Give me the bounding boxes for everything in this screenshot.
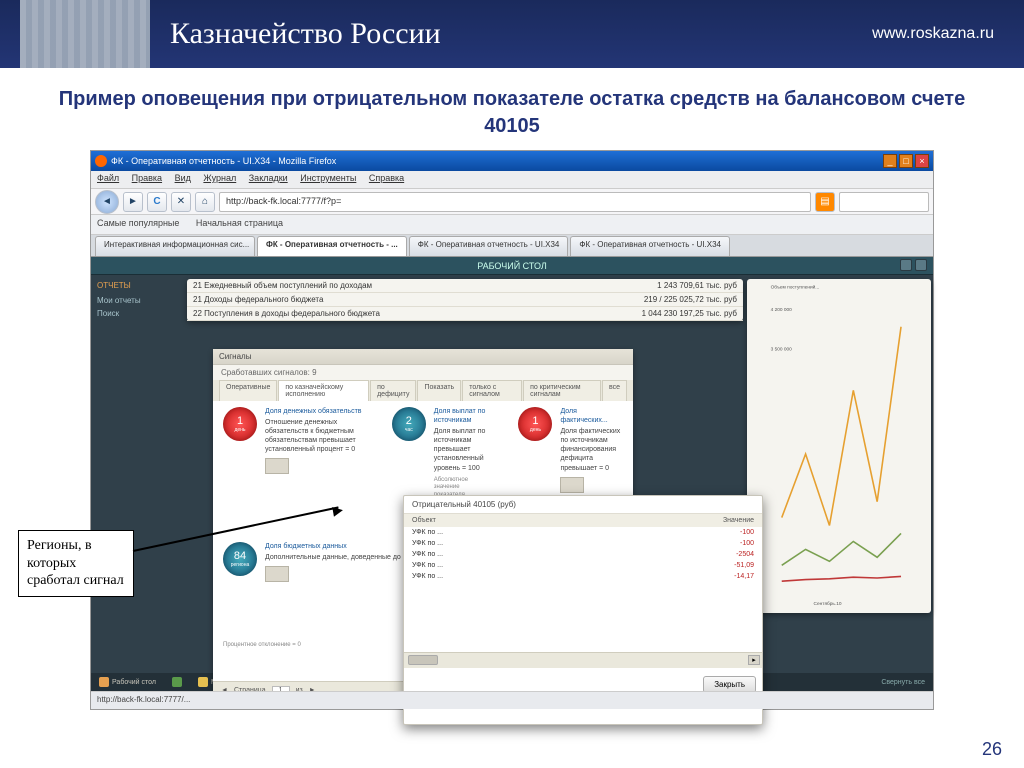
signal-card: 1день Доля денежных обязательствОтношени…	[223, 407, 362, 520]
close-button[interactable]: ×	[915, 154, 929, 168]
menu-file[interactable]: Файл	[97, 173, 119, 183]
callout-arrow-icon	[332, 505, 344, 517]
menu-bookmarks[interactable]: Закладки	[249, 173, 288, 183]
detail-row: УФК по ...-14,17	[404, 571, 762, 582]
app-sidebar: ОТЧЕТЫ Мои отчеты Поиск	[91, 275, 183, 673]
callout-box: Регионы, в которых сработал сигнал	[18, 530, 134, 597]
org-title: Казначейство России	[170, 17, 872, 51]
feed-icon[interactable]: ▤	[815, 192, 835, 212]
slide-title: Пример оповещения при отрицательном пока…	[40, 86, 984, 140]
signals-count: Сработавших сигналов: 9	[213, 365, 633, 380]
sidebar-item-search[interactable]: Поиск	[97, 307, 177, 320]
slide-header: Казначейство России www.roskazna.ru	[0, 0, 1024, 68]
chart-title: Объем поступлений...	[771, 284, 820, 291]
app-main: 21 Ежедневный объем поступлений по доход…	[183, 275, 933, 673]
detail-row: УФК по ...-100	[404, 538, 762, 549]
window-title: ФК - Оперативная отчетность - UI.X34 - M…	[111, 156, 336, 166]
detail-thead: Объект Значение	[404, 514, 762, 527]
app-title: РАБОЧИЙ СТОЛ	[477, 261, 547, 271]
bookmark-popular[interactable]: Самые популярные	[97, 218, 179, 228]
maximize-button[interactable]: □	[899, 154, 913, 168]
stop-button[interactable]: ✕	[171, 192, 191, 212]
data-row: 21 Ежедневный объем поступлений по доход…	[187, 279, 743, 293]
collapse-all[interactable]: Свернуть все	[881, 679, 925, 686]
badge-red: 1день	[518, 407, 552, 441]
sidebar-heading: ОТЧЕТЫ	[97, 281, 177, 290]
chart-panel: Объем поступлений... 4 200 000 3 500 000…	[747, 279, 931, 613]
sigtab-oper[interactable]: Оперативные	[219, 380, 277, 401]
data-table-panel: 21 Ежедневный объем поступлений по доход…	[187, 279, 743, 321]
detail-row: УФК по ...-100	[404, 527, 762, 538]
signals-tabs: Оперативные по казначейскому исполнению …	[213, 380, 633, 401]
menu-history[interactable]: Журнал	[203, 173, 236, 183]
page-number: 26	[982, 739, 1002, 760]
badge-blue: 84региона	[223, 542, 257, 576]
sigtab-deficit[interactable]: по дефициту	[370, 380, 416, 401]
menu-tools[interactable]: Инструменты	[300, 173, 356, 183]
scroll-right-icon[interactable]: ▸	[748, 655, 760, 665]
bookmarks-bar: Самые популярные Начальная страница	[91, 215, 933, 235]
chart-ytick: 4 200 000	[771, 307, 793, 313]
tab-2[interactable]: ФК - Оперативная отчетность - UI.X34	[409, 236, 569, 256]
sigtab-only[interactable]: только с сигналом	[462, 380, 522, 401]
chart-ytick: 3 500 000	[771, 347, 793, 353]
sigtab-all[interactable]: все	[602, 380, 627, 401]
org-url: www.roskazna.ru	[872, 25, 994, 43]
chart-xlabel: Сентябрь.10	[814, 601, 842, 607]
browser-statusbar: http://back-fk.local:7777/...	[91, 691, 933, 709]
app-header: РАБОЧИЙ СТОЛ	[91, 257, 933, 275]
detail-title: Отрицательный 40105 (руб)	[404, 496, 762, 514]
window-titlebar: ФК - Оперативная отчетность - UI.X34 - M…	[91, 151, 933, 171]
search-input[interactable]	[839, 192, 929, 212]
firefox-icon	[95, 155, 107, 167]
browser-tabs: Интерактивная информационная сис... ФК -…	[91, 235, 933, 257]
menu-edit[interactable]: Правка	[132, 173, 162, 183]
back-button[interactable]: ◄	[95, 190, 119, 214]
reload-button[interactable]: C	[147, 192, 167, 212]
bottom-desktop[interactable]: Рабочий стол	[99, 677, 156, 687]
badge-blue: 2час	[392, 407, 426, 441]
app-min-icon[interactable]	[900, 259, 912, 271]
tab-0[interactable]: Интерактивная информационная сис...	[95, 236, 255, 256]
signal-card: 84региона Доля бюджетных данныхДополните…	[223, 542, 417, 582]
badge-red: 1день	[223, 407, 257, 441]
bottom-item[interactable]	[172, 677, 182, 687]
detail-scrollbar[interactable]: ▸	[404, 652, 762, 668]
bookmark-start[interactable]: Начальная страница	[196, 218, 283, 228]
data-row: 22 Поступления в доходы федерального бюд…	[187, 307, 743, 321]
detail-row: УФК по ...-2504	[404, 549, 762, 560]
minimize-button[interactable]: _	[883, 154, 897, 168]
tab-1[interactable]: ФК - Оперативная отчетность - ...	[257, 236, 407, 256]
sigtab-show-label: Показать	[417, 380, 461, 401]
sigtab-kazn[interactable]: по казначейскому исполнению	[278, 380, 369, 401]
signals-title: Сигналы	[213, 349, 633, 365]
sidebar-item-reports[interactable]: Мои отчеты	[97, 294, 177, 307]
data-row: 21 Доходы федерального бюджета219 / 225 …	[187, 293, 743, 307]
browser-screenshot: ФК - Оперативная отчетность - UI.X34 - M…	[90, 150, 934, 710]
home-button[interactable]: ⌂	[195, 192, 215, 212]
menu-help[interactable]: Справка	[369, 173, 404, 183]
header-photo	[20, 0, 150, 68]
url-input[interactable]: http://back-fk.local:7777/f?p=	[219, 192, 811, 212]
forward-button[interactable]: ►	[123, 192, 143, 212]
sigtab-crit[interactable]: по критическим сигналам	[523, 380, 601, 401]
browser-menu[interactable]: Файл Правка Вид Журнал Закладки Инструме…	[91, 171, 933, 189]
scrollbar-thumb[interactable]	[408, 655, 438, 665]
app-close-icon[interactable]	[915, 259, 927, 271]
detail-row: УФК по ...-51,09	[404, 560, 762, 571]
mini-chart-icon[interactable]	[265, 566, 289, 582]
browser-navbar: ◄ ► C ✕ ⌂ http://back-fk.local:7777/f?p=…	[91, 189, 933, 215]
tab-3[interactable]: ФК - Оперативная отчетность - UI.X34	[570, 236, 730, 256]
mini-chart-icon[interactable]	[560, 477, 584, 493]
line-chart: Объем поступлений... 4 200 000 3 500 000…	[747, 279, 931, 613]
menu-view[interactable]: Вид	[175, 173, 191, 183]
mini-chart-icon[interactable]	[265, 458, 289, 474]
app-viewport: РАБОЧИЙ СТОЛ ОТЧЕТЫ Мои отчеты Поиск 21 …	[91, 257, 933, 691]
